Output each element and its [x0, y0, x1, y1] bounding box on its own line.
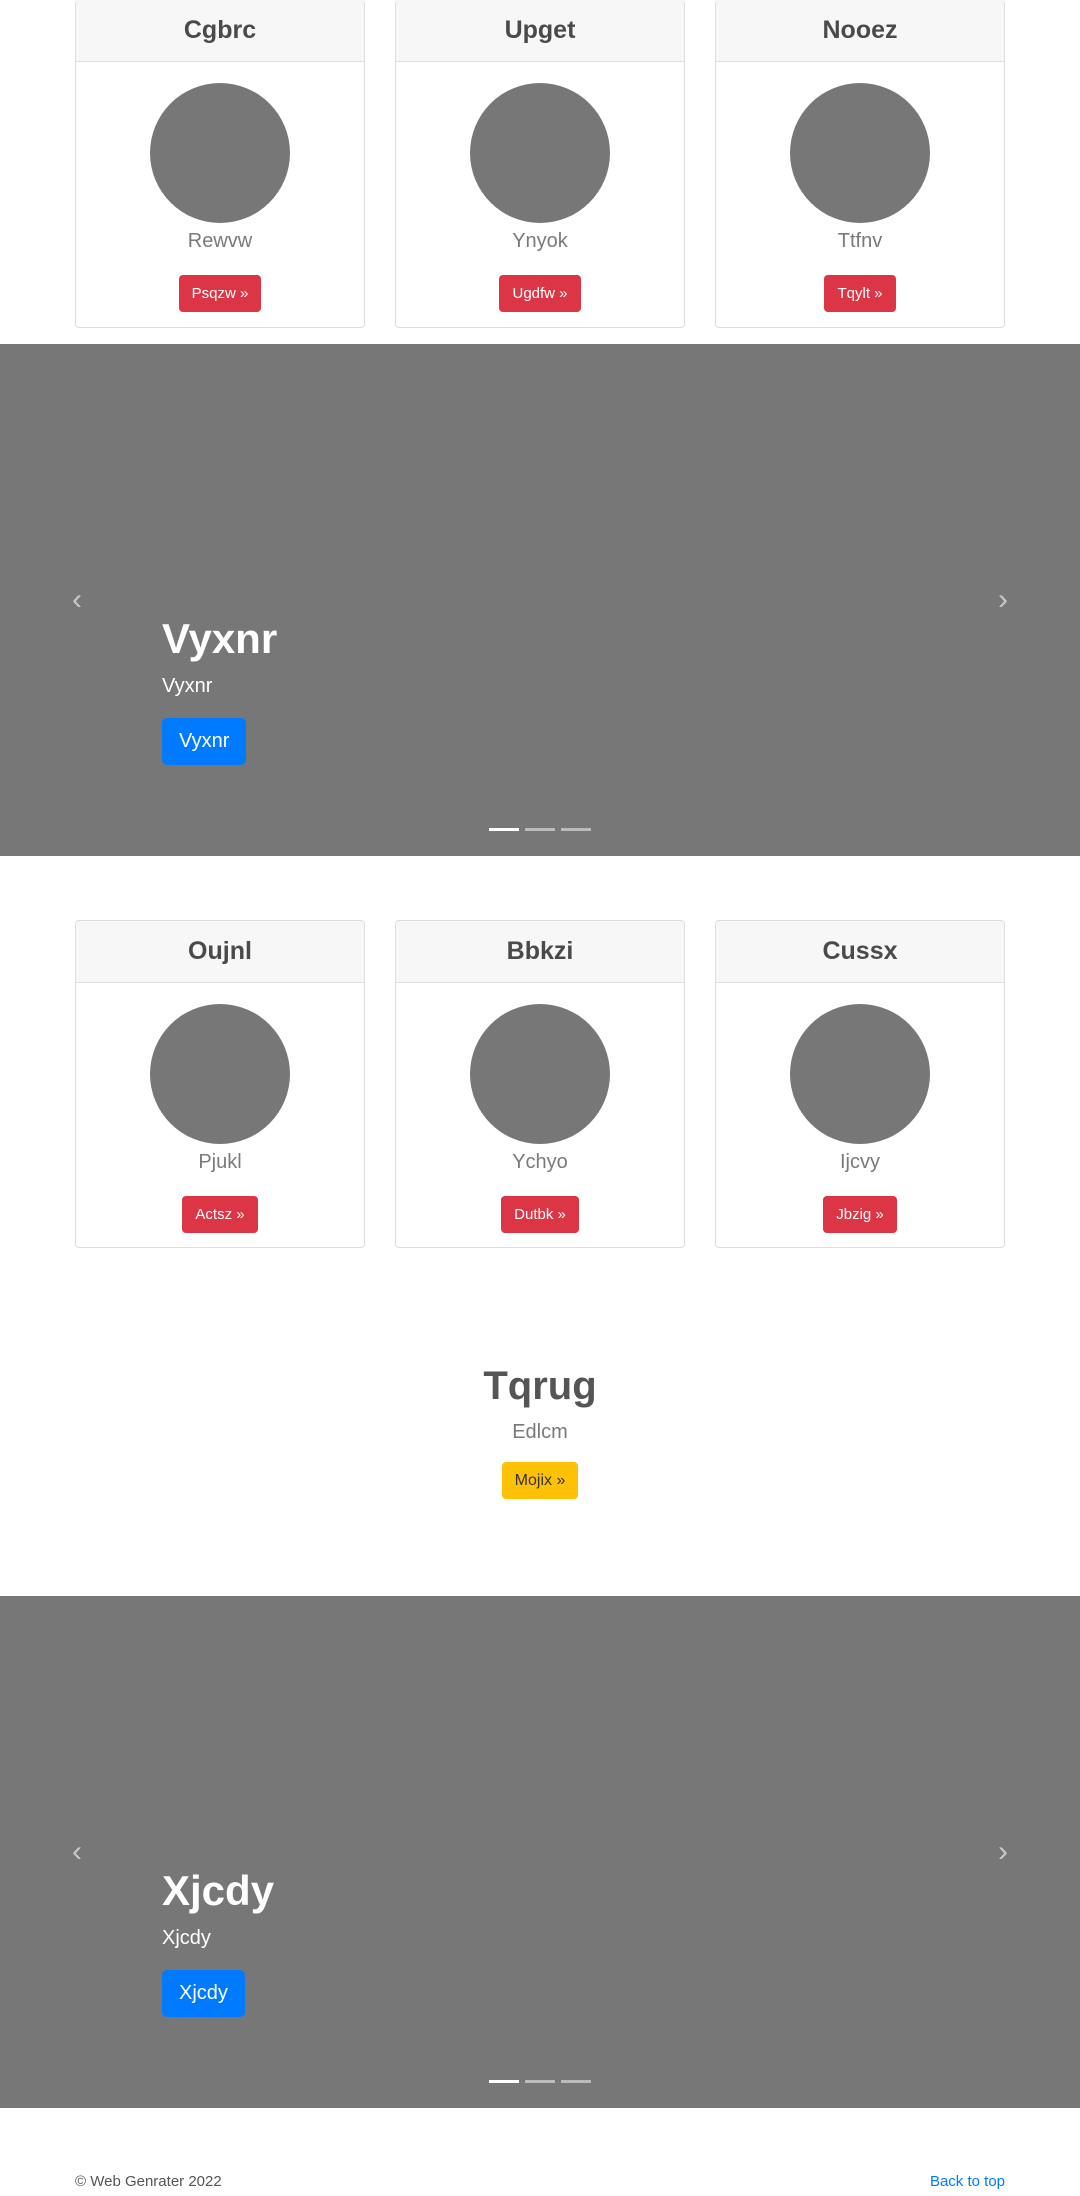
chevron-right-icon[interactable]: › — [998, 1837, 1008, 1867]
hero-text: Edlcm — [512, 1421, 568, 1443]
carousel-indicator[interactable] — [489, 828, 519, 831]
carousel-button[interactable]: Vyxnr — [162, 718, 247, 765]
card-button[interactable]: Tqylt » — [824, 275, 896, 312]
card-title: Cussx — [716, 921, 1004, 983]
carousel-indicator[interactable] — [525, 2080, 555, 2083]
card-text: Pjukl — [198, 1151, 242, 1173]
card: Bbkzi Ychyo Dutbk » — [395, 920, 685, 1248]
carousel-indicator[interactable] — [489, 2080, 519, 2083]
carousel-title: Xjcdy — [162, 1867, 275, 1914]
avatar-placeholder — [790, 1004, 930, 1144]
carousel-2: ‹ › Xjcdy Xjcdy Xjcdy — [0, 1596, 1080, 2108]
card-button[interactable]: Actsz » — [182, 1196, 258, 1233]
hero-section: Tqrug Edlcm Mojix » — [0, 1360, 1080, 1499]
card-button[interactable]: Psqzw » — [178, 275, 262, 312]
footer: © Web Genrater 2022 Back to top — [75, 2172, 1005, 2192]
hero-button[interactable]: Mojix » — [501, 1462, 579, 1499]
chevron-left-icon[interactable]: ‹ — [72, 1837, 82, 1867]
card-title: Oujnl — [76, 921, 364, 983]
card: Nooez Ttfnv Tqylt » — [715, 0, 1005, 328]
footer-copyright: © Web Genrater 2022 — [75, 2173, 222, 2190]
avatar-placeholder — [470, 1004, 610, 1144]
carousel-indicator[interactable] — [561, 2080, 591, 2083]
carousel-text: Vyxnr — [162, 675, 213, 697]
card: Cussx Ijcvy Jbzig » — [715, 920, 1005, 1248]
carousel-title: Vyxnr — [162, 615, 278, 662]
carousel-text: Xjcdy — [162, 1927, 211, 1949]
card-text: Ynyok — [512, 230, 568, 252]
cards-row-2: Oujnl Pjukl Actsz » Bbkzi Ychyo Dutbk » … — [75, 920, 1005, 1248]
carousel-indicator[interactable] — [525, 828, 555, 831]
card-title: Upget — [396, 0, 684, 62]
back-to-top-link[interactable]: Back to top — [930, 2172, 1005, 2192]
carousel-indicators — [489, 2080, 591, 2083]
card-text: Ychyo — [512, 1151, 568, 1173]
card: Oujnl Pjukl Actsz » — [75, 920, 365, 1248]
card: Upget Ynyok Ugdfw » — [395, 0, 685, 328]
card-title: Cgbrc — [76, 0, 364, 62]
carousel-1: ‹ › Vyxnr Vyxnr Vyxnr — [0, 344, 1080, 856]
card-title: Bbkzi — [396, 921, 684, 983]
avatar-placeholder — [150, 83, 290, 223]
card-text: Ijcvy — [840, 1151, 880, 1173]
card-button[interactable]: Dutbk » — [501, 1196, 579, 1233]
card-button[interactable]: Jbzig » — [823, 1196, 897, 1233]
card-title: Nooez — [716, 0, 1004, 62]
carousel-indicator[interactable] — [561, 828, 591, 831]
card-text: Rewvw — [187, 230, 253, 252]
avatar-placeholder — [150, 1004, 290, 1144]
carousel-caption: Vyxnr Vyxnr Vyxnr — [162, 614, 277, 765]
carousel-button[interactable]: Xjcdy — [162, 1970, 245, 2017]
cards-row-1: Cgbrc Rewvw Psqzw » Upget Ynyok Ugdfw » … — [75, 0, 1005, 328]
carousel-indicators — [489, 828, 591, 831]
card-button[interactable]: Ugdfw » — [499, 275, 581, 312]
avatar-placeholder — [790, 83, 930, 223]
carousel-caption: Xjcdy Xjcdy Xjcdy — [162, 1866, 274, 2017]
chevron-right-icon[interactable]: › — [998, 585, 1008, 615]
chevron-left-icon[interactable]: ‹ — [72, 585, 82, 615]
card: Cgbrc Rewvw Psqzw » — [75, 0, 365, 328]
avatar-placeholder — [470, 83, 610, 223]
hero-title: Tqrug — [483, 1364, 597, 1408]
card-text: Ttfnv — [837, 230, 883, 252]
